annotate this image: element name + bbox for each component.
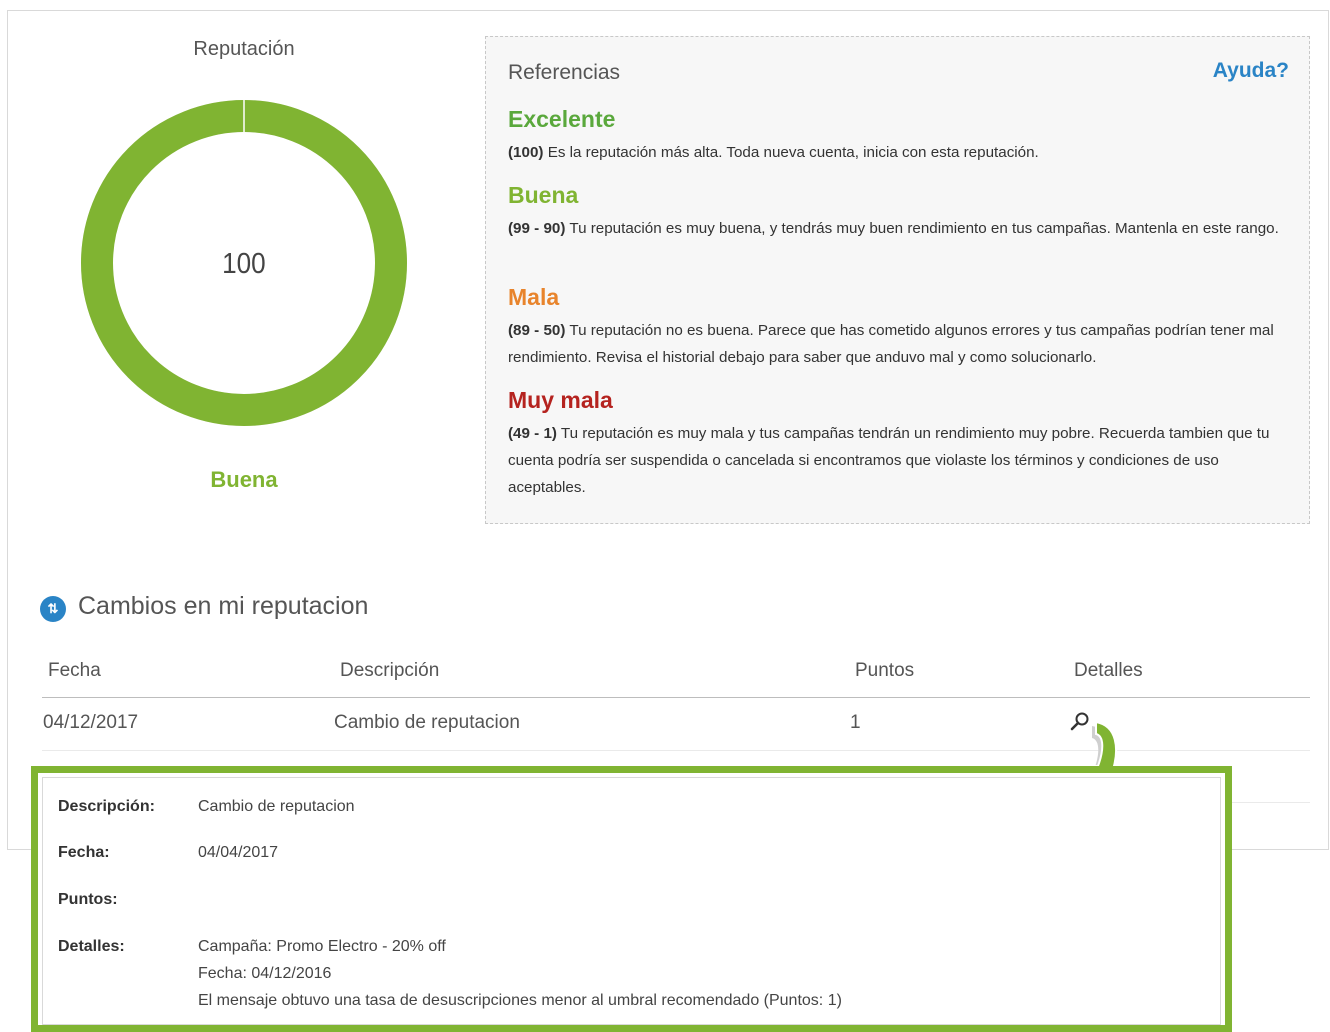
reputation-status: Buena	[210, 467, 278, 492]
sort-icon: ⇅	[40, 596, 66, 622]
detail-details-line: El mensaje obtuvo una tasa de desuscripc…	[198, 992, 842, 1009]
reference-level: Buena	[508, 182, 579, 208]
references-panel: Referencias Ayuda? Excelente (100) Es la…	[485, 36, 1310, 524]
detail-description-label: Descripción:	[58, 798, 155, 815]
references-title: Referencias	[508, 61, 621, 84]
reference-level: Excelente	[508, 106, 616, 132]
reputation-donut: 100	[81, 100, 407, 426]
references-header: Referencias Ayuda?	[508, 59, 1289, 87]
column-header-description: Descripción	[340, 660, 440, 681]
reference-very-bad: Muy mala (49 - 1) Tu reputación es muy m…	[508, 386, 1283, 501]
reference-bad: Mala (89 - 50) Tu reputación no es buena…	[508, 283, 1283, 371]
detail-panel: Descripción: Cambio de reputacion Fecha:…	[31, 766, 1232, 1032]
changes-title: Cambios en mi reputacion	[78, 592, 369, 620]
reference-text: Tu reputación es muy buena, y tendrás mu…	[565, 220, 1279, 237]
reputation-score: 100	[222, 247, 266, 280]
detail-details-label: Detalles:	[58, 938, 125, 955]
help-link[interactable]: Ayuda?	[1213, 59, 1289, 83]
detail-date-value: 04/04/2017	[198, 844, 279, 861]
column-header-date: Fecha	[48, 660, 101, 681]
column-header-points: Puntos	[855, 660, 915, 681]
reputation-title: Reputación	[193, 38, 295, 60]
reference-description: (89 - 50) Tu reputación no es buena. Par…	[508, 317, 1283, 371]
detail-details-line: Fecha: 04/12/2016	[198, 965, 332, 982]
row-description: Cambio de reputacion	[334, 712, 520, 733]
table-header: Fecha Descripción Puntos Detalles	[42, 656, 1310, 698]
reference-good: Buena (99 - 90) Tu reputación es muy bue…	[508, 181, 1283, 242]
detail-panel-inner: Descripción: Cambio de reputacion Fecha:…	[42, 777, 1221, 1025]
reference-range: (99 - 90)	[508, 220, 566, 237]
row-date: 04/12/2017	[43, 712, 139, 733]
reference-level: Muy mala	[508, 387, 613, 413]
reference-excellent: Excelente (100) Es la reputación más alt…	[508, 105, 1283, 166]
reference-level: Mala	[508, 284, 560, 310]
reference-text: Es la reputación más alta. Toda nueva cu…	[543, 144, 1039, 161]
reference-text: Tu reputación no es buena. Parece que ha…	[508, 322, 1274, 366]
reference-range: (89 - 50)	[508, 322, 566, 339]
reference-text: Tu reputación es muy mala y tus campañas…	[508, 425, 1270, 496]
detail-description-value: Cambio de reputacion	[198, 798, 355, 815]
reference-description: (99 - 90) Tu reputación es muy buena, y …	[508, 215, 1283, 242]
reference-description: (49 - 1) Tu reputación es muy mala y tus…	[508, 420, 1283, 501]
reference-range: (100)	[508, 144, 544, 161]
reference-range: (49 - 1)	[508, 425, 557, 442]
row-points: 1	[850, 712, 861, 733]
reference-description: (100) Es la reputación más alta. Toda nu…	[508, 139, 1283, 166]
detail-date-label: Fecha:	[58, 844, 110, 861]
detail-details-line: Campaña: Promo Electro - 20% off	[198, 938, 446, 955]
detail-points-label: Puntos:	[58, 891, 118, 908]
column-header-details: Detalles	[1074, 660, 1143, 681]
